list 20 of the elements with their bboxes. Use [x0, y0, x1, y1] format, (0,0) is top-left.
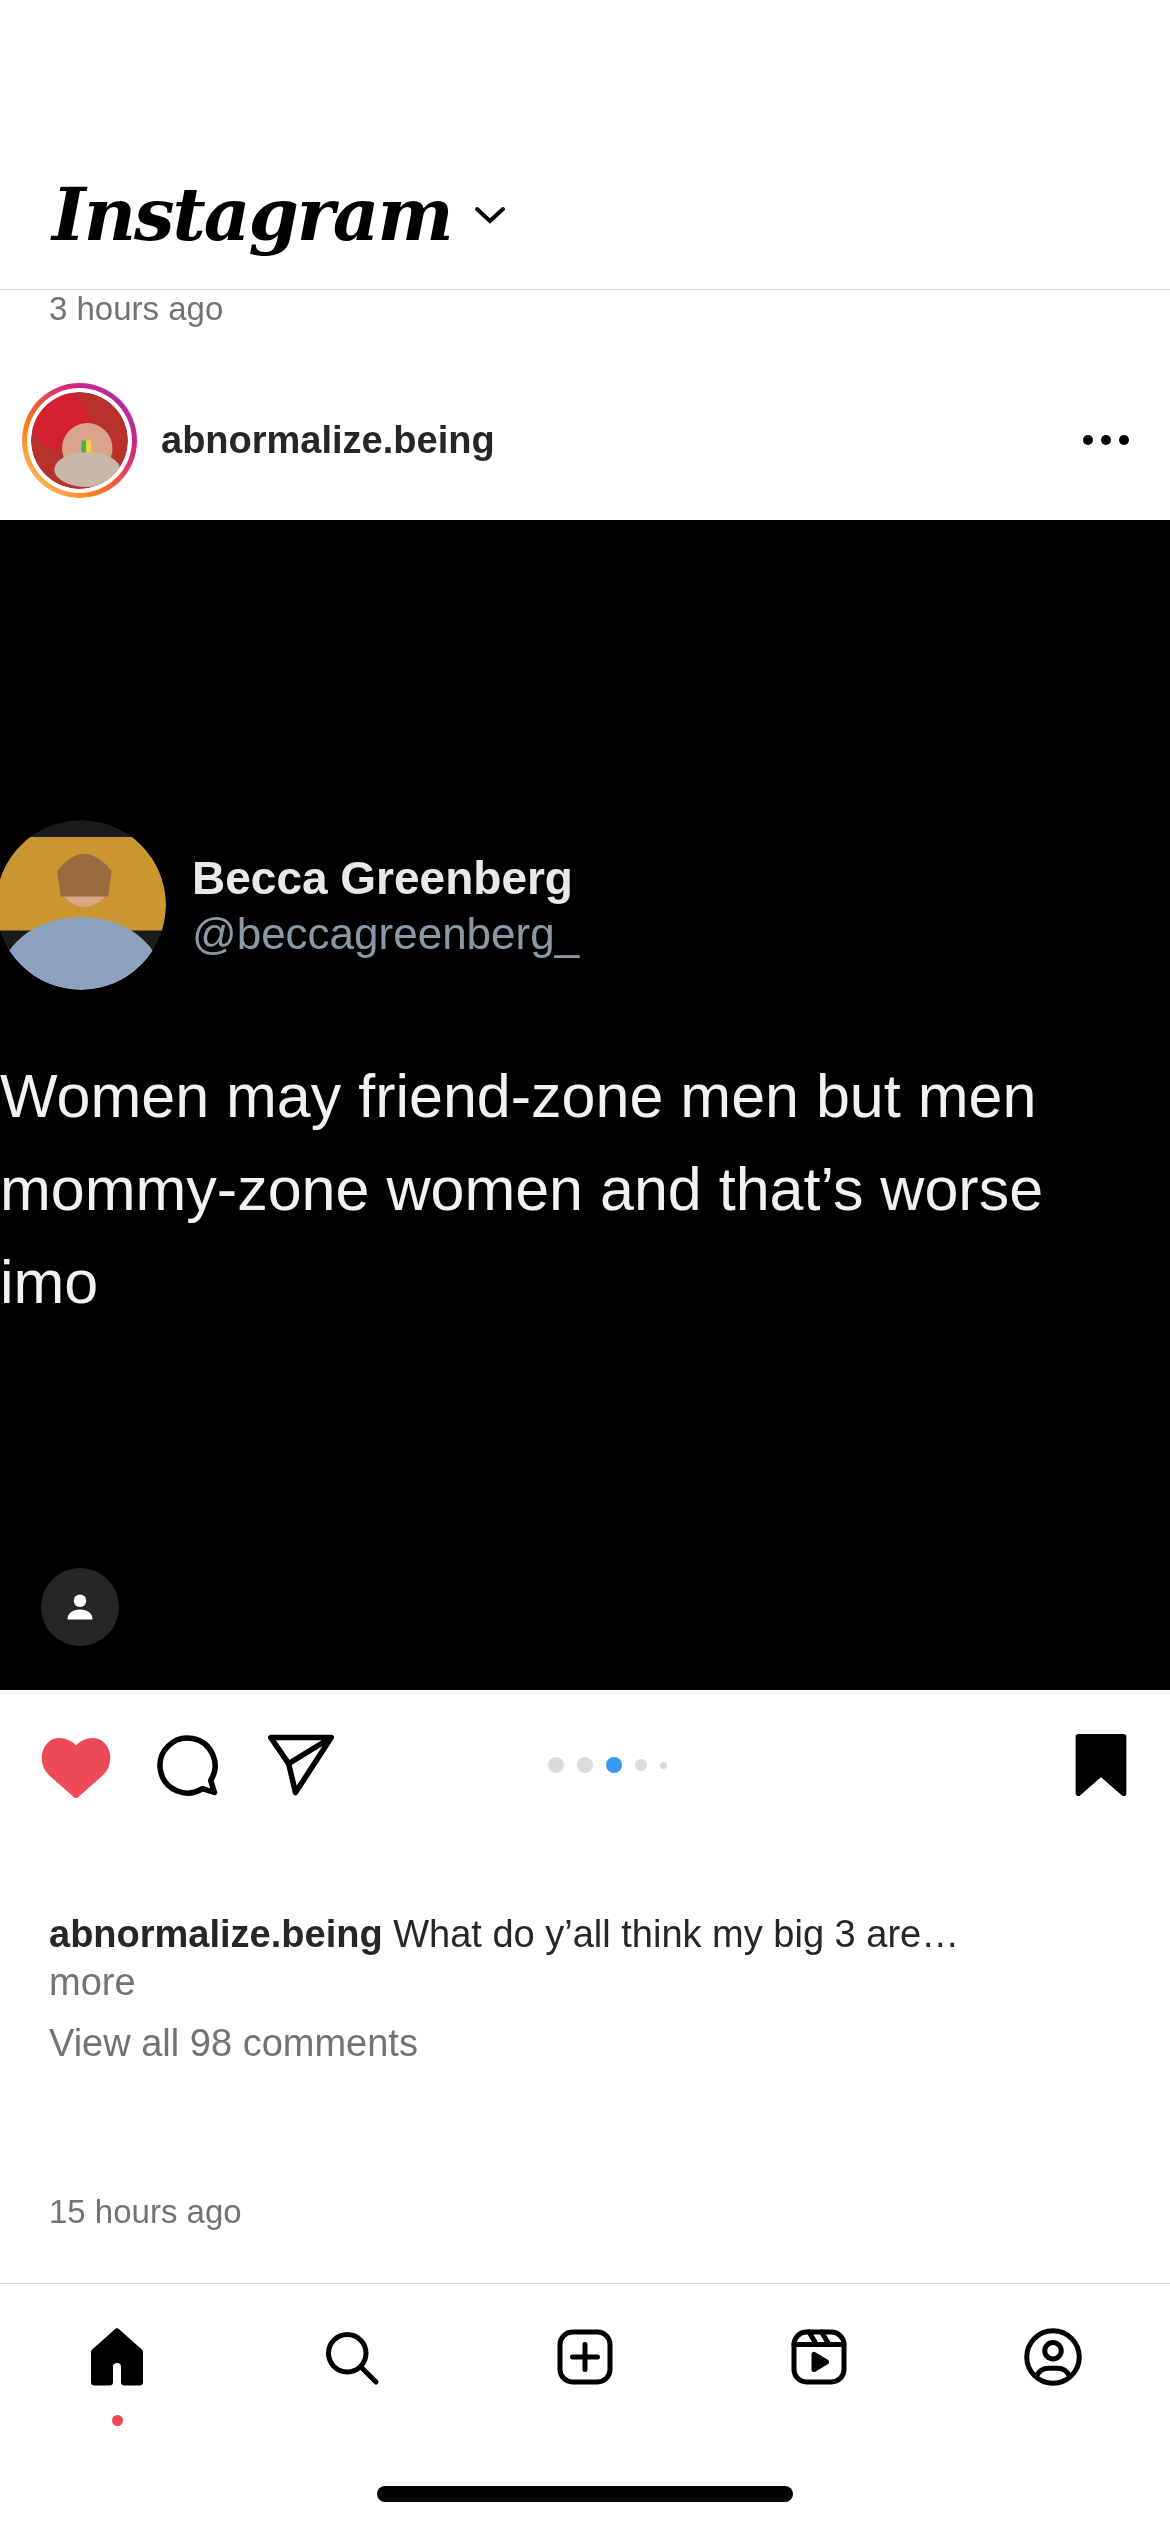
comment-button[interactable]	[154, 1732, 220, 1798]
paper-plane-icon	[268, 1734, 334, 1796]
tweet-text: imo	[0, 1247, 99, 1318]
share-button[interactable]	[268, 1734, 334, 1796]
tweet-text: Women may friend-zone men but men	[0, 1061, 1037, 1132]
post-time: 3 hours ago	[49, 290, 224, 328]
more-icon[interactable]	[1082, 434, 1130, 446]
post-time: 15 hours ago	[49, 2193, 242, 2231]
speech-bubble-icon	[154, 1732, 220, 1798]
more-link[interactable]: more	[49, 1958, 136, 2006]
person-icon	[65, 1592, 95, 1622]
username[interactable]: abnormalize.being	[161, 418, 1058, 462]
caption-text: abnormalize.being What do y’all think my big 3 are…	[49, 1912, 960, 1957]
view-comments-link[interactable]: View all 98 comments	[49, 2022, 418, 2065]
tweet-author-name: Becca Greenberg	[192, 851, 574, 905]
tweet-handle: @beccagreenberg_	[192, 909, 580, 959]
chevron-down-icon[interactable]	[473, 204, 506, 225]
notification-dot	[111, 2415, 123, 2426]
tweet-text: mommy-zone women and that’s worse	[0, 1154, 1044, 1225]
instagram-logo[interactable]: Instagram	[52, 172, 452, 257]
